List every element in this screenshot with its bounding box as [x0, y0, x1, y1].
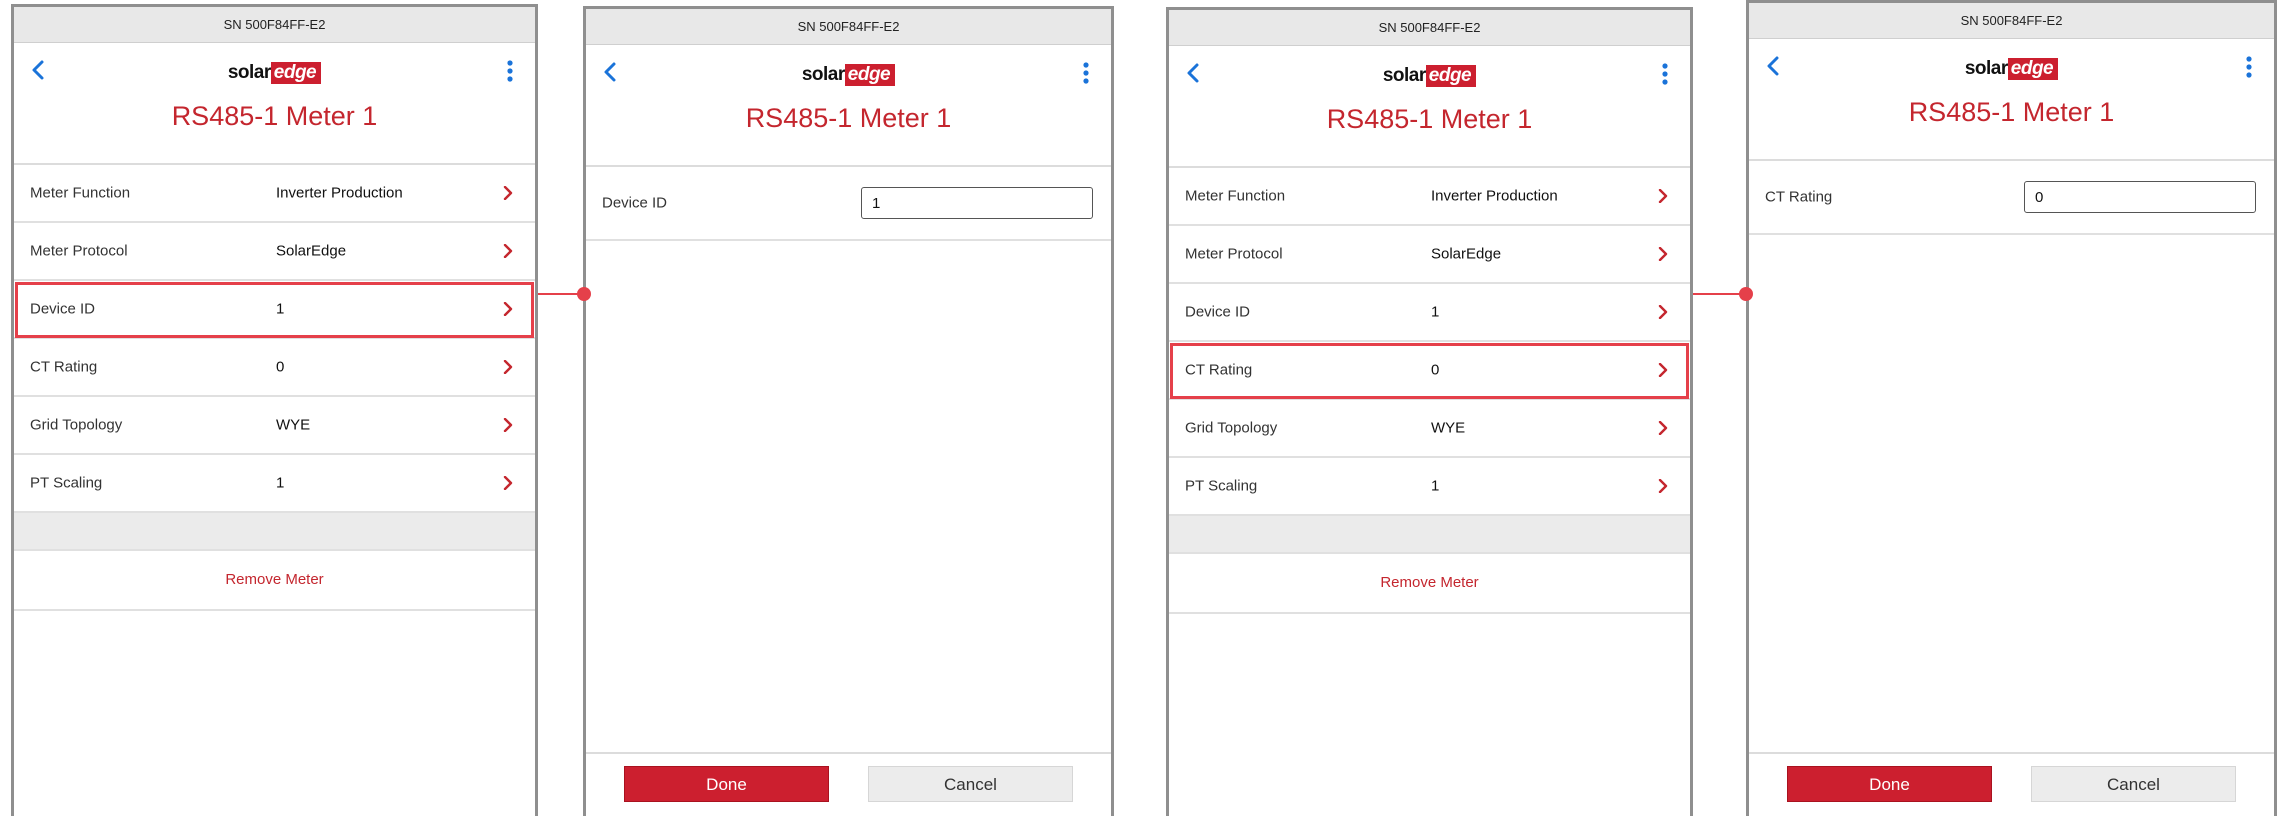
serial-number-bar: SN 500F84FF-E2	[586, 9, 1111, 45]
chevron-right-icon	[503, 302, 513, 316]
chevron-right-icon	[503, 476, 513, 490]
row-value: 1	[1431, 477, 1440, 495]
dialog-footer: Done Cancel	[586, 752, 1111, 816]
screen-header: solar edge RS485-1 Meter 1	[14, 43, 535, 165]
row-pt-scaling[interactable]: PT Scaling 1	[14, 455, 535, 513]
chevron-right-icon	[1658, 247, 1668, 261]
ct-rating-edit-row: CT Rating	[1749, 161, 2274, 235]
chevron-right-icon	[1658, 305, 1668, 319]
row-value: Inverter Production	[276, 184, 403, 202]
row-label: Device ID	[30, 300, 96, 318]
done-button[interactable]: Done	[1787, 766, 1992, 802]
serial-number-bar: SN 500F84FF-E2	[1749, 3, 2274, 39]
row-pt-scaling[interactable]: PT Scaling 1	[1169, 458, 1690, 516]
remove-meter-button[interactable]: Remove Meter	[14, 551, 535, 611]
chevron-right-icon	[503, 418, 513, 432]
done-button[interactable]: Done	[624, 766, 829, 802]
device-id-edit-row: Device ID	[586, 167, 1111, 241]
chevron-right-icon	[503, 244, 513, 258]
chevron-right-icon	[1658, 421, 1668, 435]
row-value: SolarEdge	[276, 242, 347, 260]
row-meter-function[interactable]: Meter Function Inverter Production	[14, 165, 535, 223]
screen-header: solar edge RS485-1 Meter 1	[586, 45, 1111, 167]
row-label: PT Scaling	[30, 474, 103, 492]
ct-rating-label: CT Rating	[1765, 188, 1833, 206]
row-value: WYE	[1431, 419, 1466, 437]
phone-screen-meter-settings-2: SN 500F84FF-E2 solar edge RS485-1 Meter 1…	[1166, 7, 1693, 816]
connector-dot-1	[577, 287, 591, 301]
row-ct-rating-highlighted[interactable]: CT Rating 0	[1169, 342, 1690, 400]
cancel-button[interactable]: Cancel	[868, 766, 1073, 802]
cancel-button[interactable]: Cancel	[2031, 766, 2236, 802]
row-label: Meter Protocol	[1185, 245, 1283, 263]
kebab-menu-icon[interactable]	[497, 58, 523, 84]
row-grid-topology[interactable]: Grid Topology WYE	[14, 397, 535, 455]
solaredge-logo: solar edge	[14, 61, 535, 85]
screen-header: solar edge RS485-1 Meter 1	[1169, 46, 1690, 168]
chevron-right-icon	[503, 186, 513, 200]
serial-number-bar: SN 500F84FF-E2	[14, 7, 535, 43]
row-meter-function[interactable]: Meter Function Inverter Production	[1169, 168, 1690, 226]
row-meter-protocol[interactable]: Meter Protocol SolarEdge	[1169, 226, 1690, 284]
screen-header: solar edge RS485-1 Meter 1	[1749, 39, 2274, 161]
solaredge-logo: solar edge	[1169, 64, 1690, 88]
page-title: RS485-1 Meter 1	[171, 101, 378, 131]
row-meter-protocol[interactable]: Meter Protocol SolarEdge	[14, 223, 535, 281]
kebab-menu-icon[interactable]	[1652, 61, 1678, 87]
serial-number-bar: SN 500F84FF-E2	[1169, 10, 1690, 46]
page-title: RS485-1 Meter 1	[1326, 104, 1533, 134]
chevron-right-icon	[1658, 189, 1668, 203]
section-spacer	[1169, 516, 1690, 554]
row-label: Meter Function	[1185, 187, 1286, 205]
row-label: Meter Protocol	[30, 242, 128, 260]
row-value: 0	[276, 358, 285, 376]
phone-screen-edit-ct-rating: SN 500F84FF-E2 solar edge RS485-1 Meter 1…	[1746, 0, 2277, 816]
kebab-menu-icon[interactable]	[2236, 54, 2262, 80]
phone-screen-edit-device-id: SN 500F84FF-E2 solar edge RS485-1 Meter 1…	[583, 6, 1114, 816]
ct-rating-input[interactable]	[2024, 181, 2256, 213]
chevron-right-icon	[503, 360, 513, 374]
row-value: 1	[276, 300, 285, 318]
chevron-right-icon	[1658, 363, 1668, 377]
chevron-right-icon	[1658, 479, 1668, 493]
remove-meter-button[interactable]: Remove Meter	[1169, 554, 1690, 614]
dialog-footer: Done Cancel	[1749, 752, 2274, 816]
row-label: PT Scaling	[1185, 477, 1258, 495]
row-ct-rating[interactable]: CT Rating 0	[14, 339, 535, 397]
row-label: Meter Function	[30, 184, 131, 202]
row-label: CT Rating	[1185, 361, 1253, 379]
row-device-id[interactable]: Device ID 1	[1169, 284, 1690, 342]
connector-dot-2	[1739, 287, 1753, 301]
kebab-menu-icon[interactable]	[1073, 60, 1099, 86]
row-device-id-highlighted[interactable]: Device ID 1	[14, 281, 535, 339]
row-value: 1	[1431, 303, 1440, 321]
row-value: WYE	[276, 416, 311, 434]
row-value: SolarEdge	[1431, 245, 1502, 263]
row-label: CT Rating	[30, 358, 98, 376]
solaredge-logo: solar edge	[1749, 57, 2274, 81]
solaredge-logo: solar edge	[586, 63, 1111, 87]
device-id-label: Device ID	[602, 194, 668, 212]
row-value: 0	[1431, 361, 1440, 379]
device-id-input[interactable]	[861, 187, 1093, 219]
row-label: Grid Topology	[1185, 419, 1278, 437]
row-grid-topology[interactable]: Grid Topology WYE	[1169, 400, 1690, 458]
page-title: RS485-1 Meter 1	[745, 103, 952, 133]
row-label: Device ID	[1185, 303, 1251, 321]
phone-screen-meter-settings-1: SN 500F84FF-E2 solar edge RS485-1 Meter 1…	[11, 4, 538, 816]
row-value: 1	[276, 474, 285, 492]
section-spacer	[14, 513, 535, 551]
page-title: RS485-1 Meter 1	[1908, 97, 2115, 127]
row-value: Inverter Production	[1431, 187, 1558, 205]
row-label: Grid Topology	[30, 416, 123, 434]
